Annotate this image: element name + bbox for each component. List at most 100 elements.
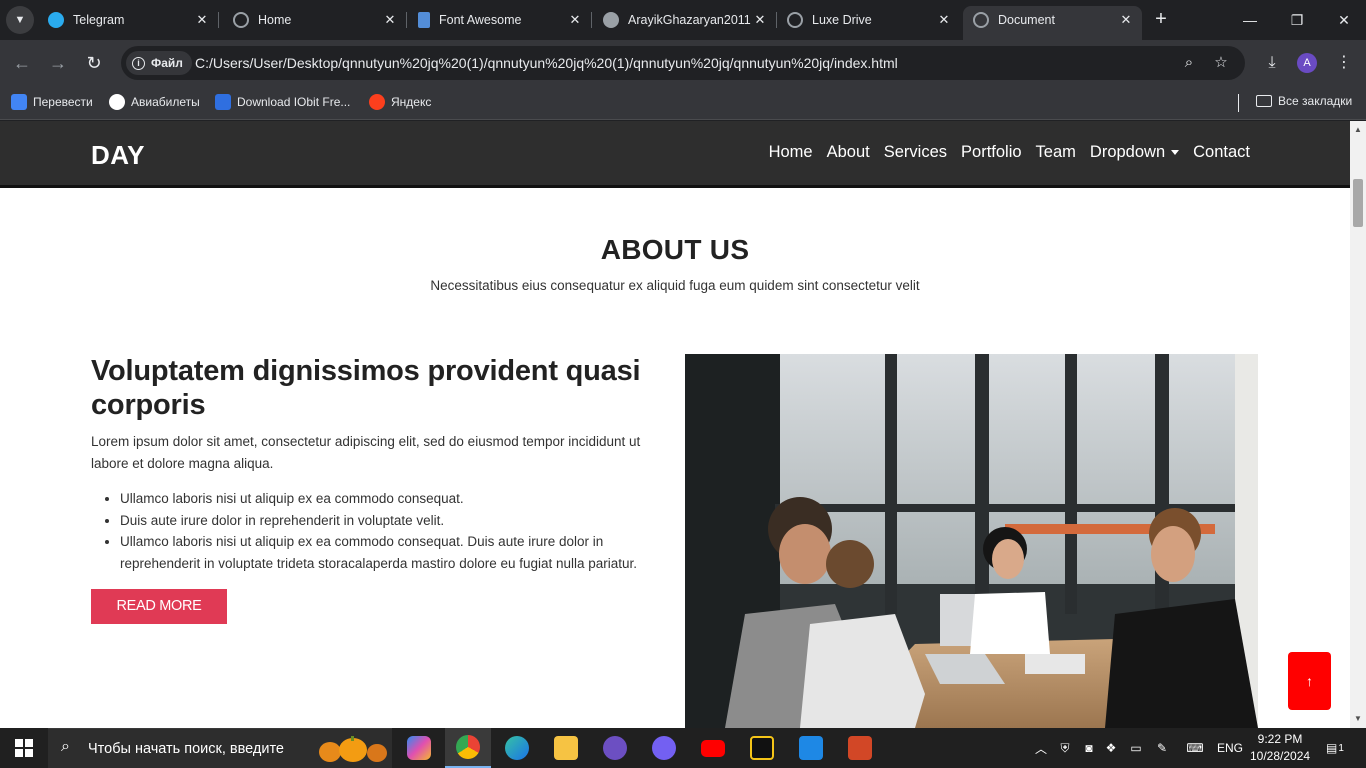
tab-telegram[interactable]: Telegram ✕ [38,6,219,34]
bookmark-flights[interactable]: Авиабилеты [109,94,200,110]
tab-github[interactable]: ArayikGhazaryan2011 ✕ [593,6,777,34]
chevron-down-icon: ▼ [14,14,26,26]
globe-icon [787,12,803,28]
file-explorer-icon [554,736,578,760]
nav-contact[interactable]: Contact [1193,143,1250,162]
taskbar-powerpoint[interactable] [837,728,883,768]
tab-home[interactable]: Home ✕ [223,6,407,34]
browser-tab-strip: ▼ Telegram ✕ Home ✕ Font Awesome ✕ Arayi… [0,0,1366,40]
keyboard-icon[interactable]: ⌨ [1181,728,1209,768]
close-icon[interactable]: ✕ [936,12,952,28]
tab-font-awesome[interactable]: Font Awesome ✕ [408,6,592,34]
page-scrollbar[interactable]: ▲ ▼ [1350,121,1366,728]
taskbar-media-player[interactable] [739,728,785,768]
search-icon: ⌕ [61,738,70,755]
browser-toolbar: ← → ↻ i Файл C:/Users/User/Desktop/qnnut… [0,40,1366,86]
tab-title: Font Awesome [439,13,522,27]
github-icon [603,12,619,28]
bookmark-yandex[interactable]: Яндекс [369,94,431,110]
site-info-chip[interactable]: i Файл [126,51,192,75]
chip-label: Файл [151,56,183,70]
network-icon[interactable]: ▭ [1126,728,1146,768]
dropbox-icon[interactable]: ❖ [1102,728,1120,768]
taskbar-youtube[interactable] [690,728,736,768]
tray-overflow-icon[interactable]: ︿ [1032,728,1050,768]
vscode-icon [799,736,823,760]
about-bullets: Ullamco laboris nisi ut aliquip ex ea co… [91,488,646,575]
pen-icon[interactable]: ✎ [1152,728,1172,768]
scrollbar-thumb[interactable] [1353,179,1363,227]
bookmark-label: Авиабилеты [131,95,200,109]
taskbar-app[interactable] [592,728,638,768]
nav-home[interactable]: Home [769,143,813,162]
close-window-button[interactable]: ✕ [1332,8,1356,32]
all-bookmarks[interactable]: Все закладки [1256,94,1352,108]
close-icon[interactable]: ✕ [382,12,398,28]
translate-icon [11,94,27,110]
taskbar-copilot[interactable] [396,728,442,768]
notification-icon: ▤ [1326,741,1338,755]
about-content: Voluptatem dignissimos provident quasi c… [91,354,646,624]
taskbar-chrome[interactable] [445,728,491,768]
zoom-icon[interactable]: ⌕ [1180,54,1198,72]
scroll-up-icon[interactable]: ▲ [1350,123,1366,137]
download-icon[interactable]: ⤓ [1261,52,1283,74]
team-photo-illustration [685,354,1258,728]
more-vert-icon[interactable]: ⋮ [1333,52,1355,74]
address-bar[interactable]: i Файл C:/Users/User/Desktop/qnnutyun%20… [121,46,1245,80]
taskbar-file-explorer[interactable] [543,728,589,768]
avatar[interactable]: A [1297,53,1317,73]
back-to-top-button[interactable]: ↑ [1288,652,1331,710]
site-header: DAY Home About Services Portfolio Team D… [0,121,1350,185]
tab-separator [406,12,407,28]
forward-button[interactable]: → [46,51,70,75]
nav-portfolio[interactable]: Portfolio [961,143,1022,162]
tab-document[interactable]: Document ✕ [963,6,1142,40]
scroll-down-icon[interactable]: ▼ [1350,712,1366,726]
nav-services[interactable]: Services [884,143,947,162]
start-button[interactable] [15,739,33,757]
taskbar-edge[interactable] [494,728,540,768]
viber-icon [652,736,676,760]
system-clock[interactable]: 9:22 PM 10/28/2024 [1250,731,1310,765]
youtube-icon [701,739,725,757]
back-button[interactable]: ← [10,51,34,75]
url-text[interactable]: C:/Users/User/Desktop/qnnutyun%20jq%20(1… [195,55,898,71]
globe-icon [233,12,249,28]
tab-title: ArayikGhazaryan2011 [628,13,751,27]
main-nav: Home About Services Portfolio Team Dropd… [769,143,1250,162]
bookmark-translate[interactable]: Перевести [11,94,93,110]
section-title: ABOUT US [600,234,750,265]
close-icon[interactable]: ✕ [194,12,210,28]
close-icon[interactable]: ✕ [567,12,583,28]
notification-center[interactable]: ▤ 1 [1320,728,1350,768]
camera-icon[interactable]: ◙ [1080,728,1098,768]
nav-dropdown[interactable]: Dropdown [1090,143,1180,162]
taskbar-vscode[interactable] [788,728,834,768]
list-item: Ullamco laboris nisi ut aliquip ex ea co… [120,488,646,510]
minimize-button[interactable]: — [1238,8,1262,32]
tab-luxe-drive[interactable]: Luxe Drive ✕ [777,6,960,34]
new-tab-button[interactable]: + [1150,8,1172,30]
tab-search-button[interactable]: ▼ [6,6,34,34]
team-photo [685,354,1258,728]
reload-button[interactable]: ↻ [82,51,106,75]
site-logo[interactable]: DAY [91,140,145,171]
close-icon[interactable]: ✕ [1118,12,1134,28]
taskbar-viber[interactable] [641,728,687,768]
arrow-right-icon: → [49,53,67,73]
nav-about[interactable]: About [827,143,870,162]
read-more-button[interactable]: READ MORE [91,588,227,624]
star-icon[interactable]: ☆ [1212,54,1230,72]
security-icon[interactable]: ⛨ [1056,728,1074,768]
restore-button[interactable]: ❐ [1285,8,1309,32]
language-indicator[interactable]: ENG [1214,728,1246,768]
taskbar-search[interactable]: ⌕ Чтобы начать поиск, введите [48,728,392,768]
close-icon[interactable]: ✕ [752,12,768,28]
arrow-left-icon: ← [13,53,31,73]
restore-icon: ❐ [1290,12,1304,28]
bookmark-iobit[interactable]: Download IObit Fre... [215,94,350,110]
tab-separator [591,12,592,28]
windows-icon [15,739,23,747]
nav-team[interactable]: Team [1036,143,1076,162]
